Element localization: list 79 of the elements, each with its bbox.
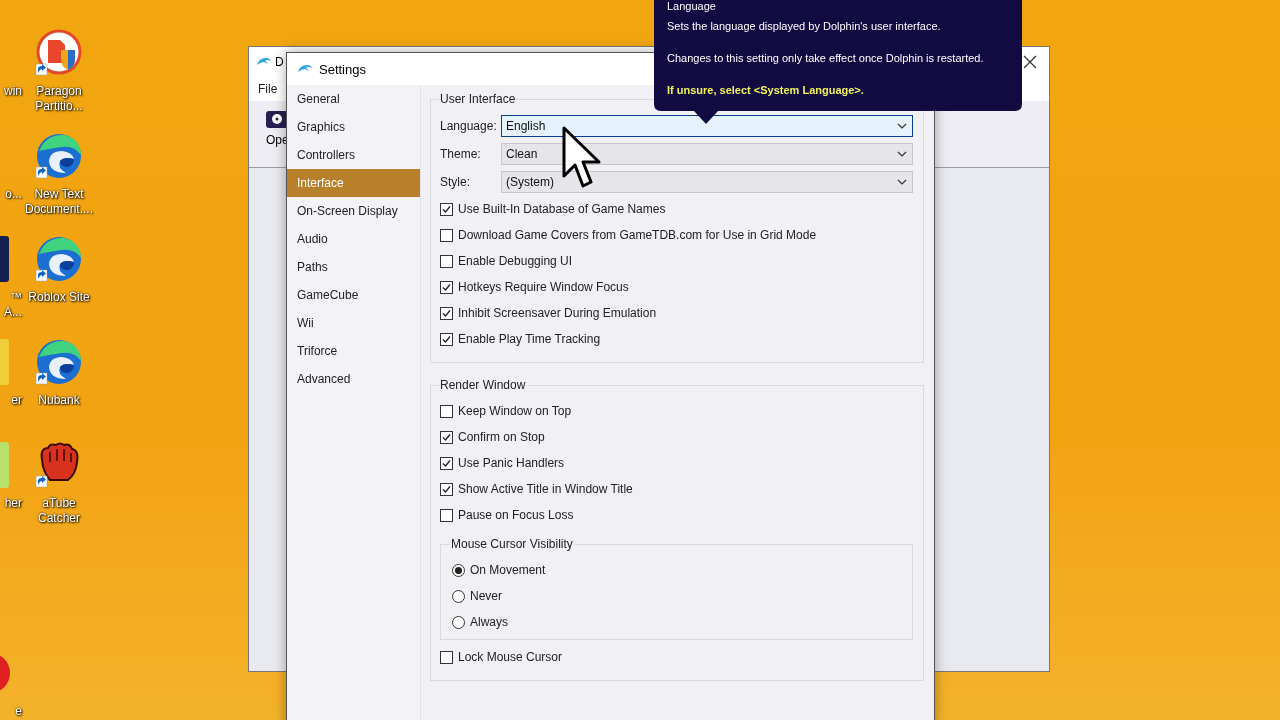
field-label: Theme: xyxy=(440,147,482,161)
dropdown[interactable]: (System) xyxy=(501,171,913,193)
window-title: D xyxy=(275,55,284,69)
tooltip-text: Sets the language displayed by Dolphin's user interface. xyxy=(667,19,942,34)
checkbox[interactable] xyxy=(440,254,453,268)
checkbox[interactable] xyxy=(440,332,453,346)
field-label: Language: xyxy=(440,119,498,133)
radio-label: On Movement xyxy=(470,563,546,577)
checkbox-label: Enable Debugging UI xyxy=(458,254,573,268)
checkbox[interactable] xyxy=(440,280,453,294)
sidebar-item[interactable]: Controllers xyxy=(287,141,420,169)
icon-label: win xyxy=(4,84,22,99)
dolphin-icon xyxy=(297,63,313,75)
disk-shield-icon[interactable] xyxy=(34,28,84,78)
tooltip-title: Language xyxy=(667,0,717,14)
checkbox[interactable] xyxy=(440,482,453,496)
pointer-icon xyxy=(562,126,602,190)
sidebar-item[interactable]: General xyxy=(287,85,420,113)
menu-item[interactable]: File xyxy=(258,82,278,96)
checkbox-label: Keep Window on Top xyxy=(458,404,572,418)
icon-label: aTube Catcher xyxy=(37,496,81,526)
checkbox[interactable] xyxy=(440,456,453,470)
dropdown[interactable]: Clean xyxy=(501,143,913,165)
icon-label: er xyxy=(11,393,22,408)
checkbox-label: Use Built-In Database of Game Names xyxy=(458,202,666,216)
dolphin-icon xyxy=(256,56,272,68)
icon-label: e xyxy=(15,704,22,719)
checkbox-label: Show Active Title in Window Title xyxy=(458,482,633,496)
checkbox[interactable] xyxy=(440,404,453,418)
checkbox-label: Use Panic Handlers xyxy=(458,456,565,470)
chevron-icon xyxy=(897,179,907,185)
checkbox[interactable] xyxy=(440,508,453,522)
chevron-icon xyxy=(897,151,907,157)
sidebar-item[interactable]: Advanced xyxy=(287,365,420,393)
checkbox[interactable] xyxy=(440,202,453,216)
sidebar-item[interactable]: Wii xyxy=(287,309,420,337)
sidebar-item[interactable]: Audio xyxy=(287,225,420,253)
icon-label: o... xyxy=(5,187,22,202)
group-title: Mouse Cursor Visibility xyxy=(450,537,574,551)
checkbox[interactable] xyxy=(440,650,453,664)
checkbox-label: Enable Play Time Tracking xyxy=(458,332,601,346)
close-icon[interactable] xyxy=(1023,55,1037,69)
sidebar-item[interactable]: Graphics xyxy=(287,113,420,141)
tooltip-text: Changes to this setting only take effect once Dolphin is restarted. xyxy=(667,51,985,66)
group-title: User Interface xyxy=(439,92,517,106)
icon-label: her xyxy=(4,496,22,511)
icon-label: Paragon Partitio... xyxy=(34,84,84,114)
dropdown[interactable]: English xyxy=(501,115,913,137)
sidebar-item[interactable]: Triforce xyxy=(287,337,420,365)
radio-button[interactable] xyxy=(452,615,465,629)
sidebar-item[interactable]: GameCube xyxy=(287,281,420,309)
checkbox-label: Download Game Covers from GameTDB.com for Use in Grid Mode xyxy=(458,228,817,242)
radio-label: Never xyxy=(470,589,502,603)
radio-button[interactable] xyxy=(452,563,465,577)
icon-label: Nubank xyxy=(37,393,81,408)
swirl-icon[interactable] xyxy=(34,337,84,387)
checkbox-label: Pause on Focus Loss xyxy=(458,508,574,522)
swirl-icon[interactable] xyxy=(34,234,84,284)
checkbox-label: Lock Mouse Cursor xyxy=(458,650,563,664)
checkbox-label: Confirm on Stop xyxy=(458,430,545,444)
radio-label: Always xyxy=(470,615,508,629)
field-label: Style: xyxy=(440,175,471,189)
checkbox-label: Inhibit Screensaver During Emulation xyxy=(458,306,657,320)
icon-label: Roblox Site xyxy=(27,290,91,305)
checkbox[interactable] xyxy=(440,430,453,444)
sidebar-item[interactable]: On-Screen Display xyxy=(287,197,420,225)
checkbox-label: Hotkeys Require Window Focus xyxy=(458,280,629,294)
group-title: Render Window xyxy=(439,378,527,392)
sidebar-item[interactable]: Paths xyxy=(287,253,420,281)
radio-button[interactable] xyxy=(452,589,465,603)
swirl-icon[interactable] xyxy=(34,131,84,181)
icon-label: New Text Document.... xyxy=(24,187,94,217)
icon-label: ™ A... xyxy=(3,290,22,320)
dialog-title: Settings xyxy=(319,61,366,77)
chevron-icon xyxy=(897,123,907,129)
app-icon[interactable] xyxy=(0,234,10,284)
checkbox[interactable] xyxy=(440,306,453,320)
tooltip-hint: If unsure, select <System Language>. xyxy=(667,83,865,98)
checkbox[interactable] xyxy=(440,228,453,242)
